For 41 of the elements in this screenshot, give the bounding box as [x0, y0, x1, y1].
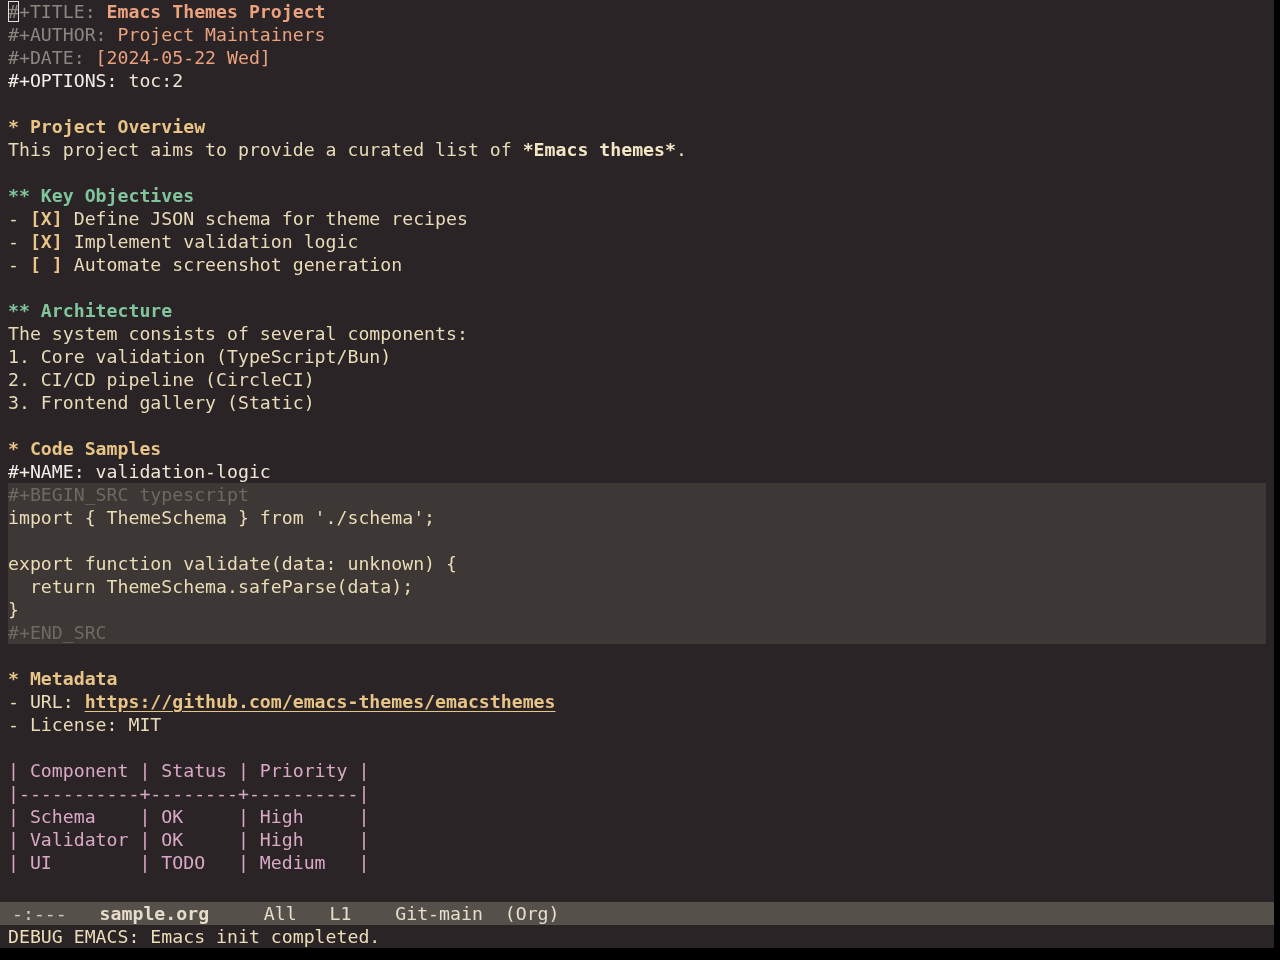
- meta-value: validation-logic: [95, 460, 271, 483]
- list-item: 3. Frontend gallery (Static): [8, 392, 315, 413]
- url-link[interactable]: https://github.com/emacs-themes/emacsthemes: [84, 690, 556, 713]
- buffer-name: sample.org: [99, 902, 210, 925]
- buffer-status: -:---: [12, 902, 67, 925]
- subheading-text: ** Key Objectives: [8, 185, 195, 206]
- code-line: import { ThemeSchema } from './schema';: [8, 507, 436, 528]
- list-item: 1. Core validation (TypeScript/Bun): [8, 346, 392, 367]
- table-row: | UI | TODO | Medium |: [8, 852, 370, 873]
- meta-keyword: #+OPTIONS:: [8, 69, 118, 92]
- table-header-row: | Component | Status | Priority |: [8, 760, 370, 781]
- scroll-position: All: [263, 902, 297, 925]
- meta-value: Emacs Themes Project: [106, 0, 326, 23]
- subheading-text: ** Architecture: [8, 300, 173, 321]
- heading-text: * Code Samples: [8, 438, 162, 459]
- paragraph-text: The system consists of several components:: [8, 323, 468, 344]
- checklist-item: - [X] Implement validation logic: [8, 231, 359, 252]
- checklist-item: - [X] Define JSON schema for theme recipes: [8, 208, 468, 229]
- meta-keyword: #+AUTHOR:: [8, 23, 107, 46]
- list-item-label: - URL:: [8, 690, 74, 713]
- paragraph-text: This project aims to provide a curated list of *Emacs themes*.: [8, 139, 687, 160]
- meta-value: Project Maintainers: [117, 23, 326, 46]
- table-rule: |-----------+--------+----------|: [8, 783, 370, 804]
- echo-message: DEBUG EMACS: Emacs init completed.: [8, 926, 381, 947]
- git-branch: Git-main: [395, 902, 483, 925]
- list-item: - License: MIT: [8, 714, 162, 735]
- list-item: 2. CI/CD pipeline (CircleCI): [8, 369, 315, 390]
- table-row: | Validator | OK | High |: [8, 829, 370, 850]
- line-number: L1: [329, 902, 352, 925]
- code-line: }: [8, 599, 19, 620]
- table-row: | Schema | OK | High |: [8, 806, 370, 827]
- meta-value: [2024-05-22 Wed]: [95, 46, 271, 69]
- meta-keyword: #+DATE:: [8, 46, 85, 69]
- code-line: return ThemeSchema.safeParse(data);: [28, 576, 414, 597]
- code-line: export function validate(data: unknown) {: [8, 553, 457, 574]
- major-mode: (Org): [504, 902, 560, 925]
- heading-text: * Project Overview: [8, 116, 206, 137]
- heading-text: * Metadata: [8, 668, 118, 689]
- meta-value: toc:2: [128, 69, 184, 92]
- meta-keyword: #+NAME:: [8, 460, 85, 483]
- checklist-item: - [ ] Automate screenshot generation: [8, 254, 403, 275]
